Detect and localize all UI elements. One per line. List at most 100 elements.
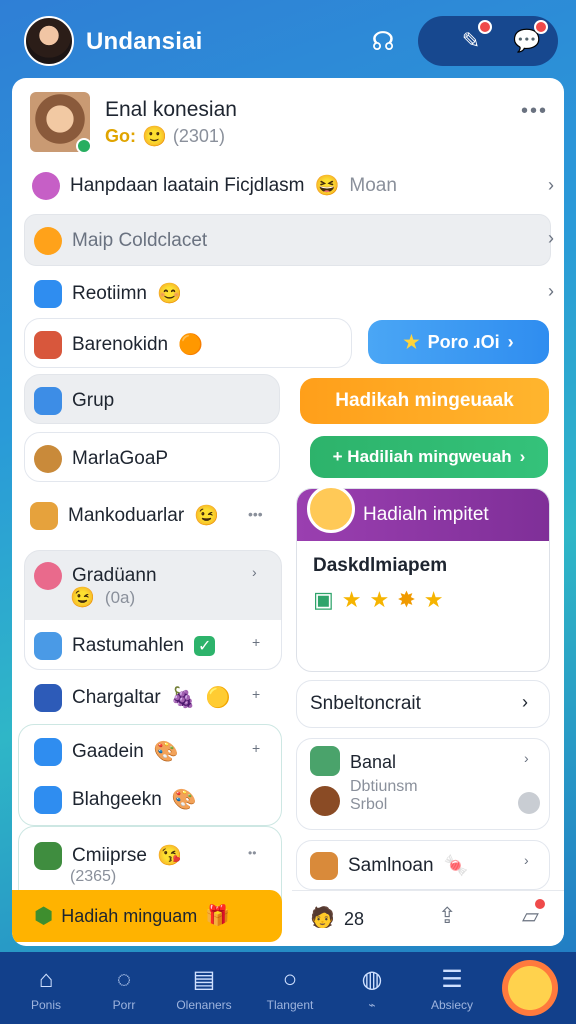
nav-menu[interactable]: ☰ Absiecy <box>412 952 492 1024</box>
star-icon: ✸ <box>397 587 416 612</box>
list-item-1[interactable]: Hanpdaan laatain Ficjdlasm 😆 Moan <box>32 172 397 200</box>
hadiah-yellow-label: Hadiah minguam <box>61 905 198 926</box>
chat-icon: ◌ <box>116 966 132 993</box>
chevron-right-icon: › <box>522 692 528 712</box>
banal-sub1: Dbtiunsm <box>350 778 418 795</box>
home-icon <box>34 280 62 308</box>
manko-row[interactable]: Mankoduarlar 😉 <box>30 502 219 530</box>
list-item-2-label: Maip Coldclacet <box>72 230 208 251</box>
list-item-1-label: Hanpdaan laatain Ficjdlasm <box>70 175 305 196</box>
support-icon[interactable]: ☊ <box>366 24 400 58</box>
happy-icon: 😊 <box>156 283 182 305</box>
card-icon <box>34 632 62 660</box>
nav-inbox[interactable]: ▤ Olenaners <box>164 952 244 1024</box>
nav-inbox-label: Olenaners <box>176 998 232 1012</box>
list-item-4-content: Barenokidn 🟠 <box>34 331 203 359</box>
nav-discover-label: ⌁ <box>368 998 376 1012</box>
hadiah-green-label: + Hadiliah mingweuah <box>332 447 512 466</box>
charg-label: Chargaltar <box>72 687 161 708</box>
star-icon: ★ <box>423 587 444 612</box>
reward-title: Daskdlmiapem <box>313 555 448 576</box>
app-title: Undansiai <box>86 28 203 55</box>
wink-icon: 😉 <box>194 505 220 527</box>
chevron-right-icon: › <box>548 175 554 195</box>
nav-discover[interactable]: ◍ ⌁ <box>332 952 412 1024</box>
more-icon[interactable]: •• <box>248 846 256 860</box>
document-icon <box>34 387 62 415</box>
more-icon[interactable]: ••• <box>248 506 263 522</box>
list-item-1-trailing: Moan <box>349 175 397 196</box>
settings-icon[interactable] <box>518 792 540 814</box>
charg-row[interactable]: Chargaltar 🍇 🟡 <box>34 684 231 712</box>
more-icon[interactable]: ••• <box>521 100 548 123</box>
home-icon: ⌂ <box>38 966 54 993</box>
person-icon[interactable]: 🧑 <box>310 905 335 930</box>
compass-icon: ◍ <box>361 966 383 993</box>
status-label: Go: <box>105 126 136 146</box>
cmi-sub: (2365) <box>70 868 117 885</box>
reward-card[interactable]: Hadialn impitet Daskdlmiapem ▣ ★ ★ ✸ ★ <box>296 485 550 672</box>
smile-icon: 😉 <box>70 587 95 609</box>
hadiah-orange-button[interactable]: Hadikah mingeuaak <box>300 378 549 424</box>
plus-icon: + <box>252 634 261 650</box>
nav-menu-label: Absiecy <box>430 998 474 1012</box>
chevron-right-icon: › <box>548 281 554 301</box>
sam-label: Samlnoan <box>348 855 434 876</box>
nav-search[interactable]: ○ Tlangent <box>250 952 330 1024</box>
inbox-icon: ▤ <box>192 966 216 993</box>
header-actions: ✎ 💬 <box>418 16 558 66</box>
hadiah-yellow-banner[interactable]: ⬢ Hadiah minguam 🎁 <box>12 890 282 942</box>
grad-sub-label: (0a) <box>104 588 136 607</box>
shop-icon <box>310 852 338 880</box>
list-item-2-content: Maip Coldclacet <box>34 227 207 255</box>
note-icon[interactable]: ▱ <box>522 897 547 929</box>
main-panel: Enal konesian Go: 🙂 (2301) ••• Hanpdaan … <box>12 78 564 946</box>
rast-label: Rastumahlen <box>72 635 184 656</box>
manko-label: Mankoduarlar <box>68 505 185 526</box>
heart-face-icon: 😘 <box>156 845 182 867</box>
profile-count: (2301) <box>172 126 225 146</box>
gaad-label: Gaadein <box>72 741 144 762</box>
hadiah-green-button[interactable]: + Hadiliah mingweuah › <box>310 436 548 478</box>
hadiah-orange-label: Hadikah mingeuaak <box>335 390 514 411</box>
chevron-right-icon: › <box>524 852 529 868</box>
share-icon[interactable]: ⇪ <box>438 903 456 929</box>
square-icon <box>34 684 62 712</box>
promo-button-label: Poro ɹOi <box>427 331 500 352</box>
marla-content: MarlaGoaP <box>34 445 168 473</box>
chat-icon[interactable]: 💬 <box>510 20 548 58</box>
check-icon: ✓ <box>193 636 216 656</box>
tag-icon <box>34 227 62 255</box>
bear-icon <box>310 786 340 816</box>
nav-chat[interactable]: ◌ Porr <box>84 952 164 1024</box>
palette-icon: 🎨 <box>171 789 197 811</box>
grup-label: Grup <box>72 390 115 411</box>
profile-name: Enal konesian <box>105 98 237 121</box>
orange-badge-icon: 🟠 <box>178 334 204 356</box>
nav-chat-label: Porr <box>112 998 136 1012</box>
promo-button[interactable]: ★ Poro ɹOi › <box>368 320 549 364</box>
grad-label: Gradüann <box>72 565 157 586</box>
blah-content[interactable]: Blahgeekn 🎨 <box>34 786 197 814</box>
top-bar: Undansiai ☊ ✎ 💬 <box>0 0 576 80</box>
reward-stars: ▣ ★ ★ ✸ ★ <box>313 587 443 613</box>
user-avatar[interactable] <box>24 16 74 66</box>
fruit-icon: 🍇 <box>170 687 196 709</box>
sam-content: Samlnoan 🍬 <box>310 852 468 880</box>
face-icon: 😆 <box>314 175 340 197</box>
mascot-icon <box>310 746 340 776</box>
banal-label: Banal <box>350 752 397 772</box>
mini-count: 28 <box>344 909 365 929</box>
nav-home[interactable]: ⌂ Ponis <box>6 952 86 1024</box>
candy-icon: 🍬 <box>443 855 469 877</box>
list-item-4-label: Barenokidn <box>72 334 169 355</box>
assistant-button[interactable] <box>502 960 558 1016</box>
plus-icon: + <box>252 686 261 702</box>
star-icon: ★ <box>403 331 420 352</box>
list-item-3[interactable]: Reotiimn 😊 <box>34 280 182 308</box>
cube-icon <box>34 842 62 870</box>
edit-icon[interactable]: ✎ <box>454 20 492 58</box>
bottom-nav: ⌂ Ponis ◌ Porr ▤ Olenaners ○ Tlangent ◍ … <box>0 952 576 1024</box>
chevron-right-icon: › <box>519 447 526 466</box>
bubble-icon <box>32 172 60 200</box>
